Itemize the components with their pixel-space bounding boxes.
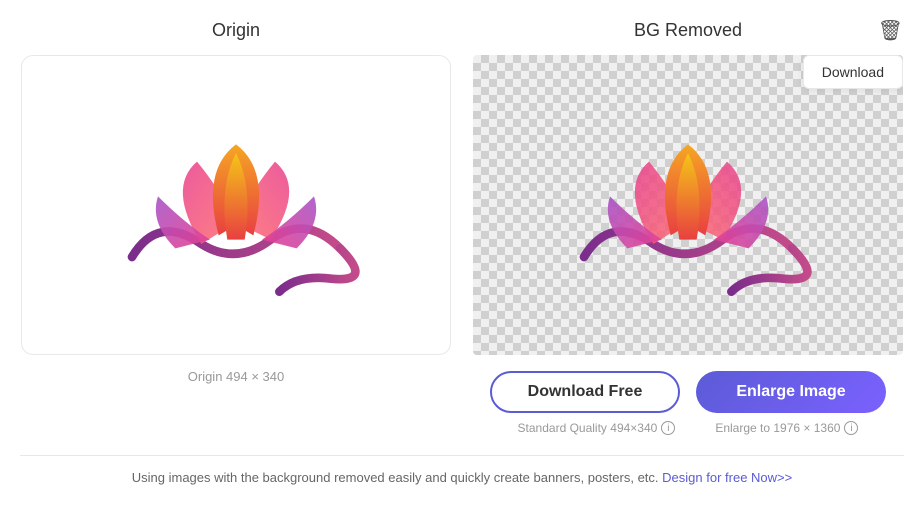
bg-removed-header: BG Removed 🗑 xyxy=(473,20,903,41)
origin-size-label: Origin 494 × 340 xyxy=(188,369,284,384)
origin-image-box xyxy=(21,55,451,355)
footer-bar: Using images with the background removed… xyxy=(20,455,904,499)
main-container: Origin xyxy=(0,0,924,499)
origin-title: Origin xyxy=(212,20,260,41)
bg-removed-title: BG Removed xyxy=(634,20,742,41)
bg-removed-panel: BG Removed 🗑 xyxy=(472,20,904,435)
quality-row: Standard Quality 494×340 i Enlarge to 19… xyxy=(518,421,859,435)
enlarge-image-button[interactable]: Enlarge Image xyxy=(696,371,886,413)
origin-flower-image xyxy=(106,105,366,305)
footer-text: Using images with the background removed… xyxy=(132,470,659,485)
download-button[interactable]: Download xyxy=(803,55,903,89)
bg-removed-flower-image xyxy=(558,105,818,305)
bg-removed-image-content xyxy=(473,55,903,355)
action-row: Download Free Enlarge Image xyxy=(490,371,886,413)
enlarge-quality-info-icon[interactable]: i xyxy=(844,421,858,435)
delete-button[interactable]: 🗑 xyxy=(878,21,903,41)
standard-quality-info-icon[interactable]: i xyxy=(661,421,675,435)
origin-panel: Origin xyxy=(20,20,452,384)
trash-icon: 🗑 xyxy=(878,20,903,42)
download-free-button[interactable]: Download Free xyxy=(490,371,680,413)
footer-link[interactable]: Design for free Now>> xyxy=(662,470,792,485)
enlarge-quality-label: Enlarge to 1976 × 1360 i xyxy=(715,421,858,435)
panels-row: Origin xyxy=(20,20,904,435)
standard-quality-label: Standard Quality 494×340 i xyxy=(518,421,676,435)
bg-removed-image-box: Download xyxy=(473,55,903,355)
